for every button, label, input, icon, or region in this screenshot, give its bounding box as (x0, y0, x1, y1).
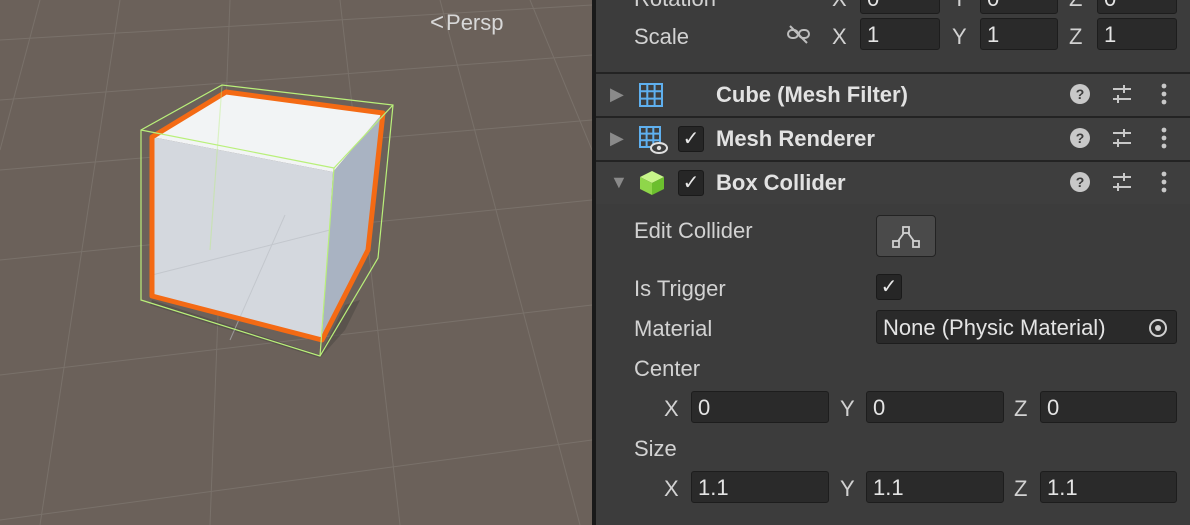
sliders-icon[interactable] (1110, 126, 1134, 150)
mesh-filter-header-tools: ? (1068, 82, 1176, 106)
foldout-collapsed-icon[interactable]: ▶ (610, 84, 624, 105)
rotation-x-field[interactable]: 0 (860, 0, 940, 14)
foldout-expanded-icon[interactable]: ▼ (610, 172, 628, 193)
mesh-renderer-header[interactable]: ▶ ✓ Mesh Renderer ? (596, 116, 1190, 160)
size-z-field[interactable]: 1.1 (1040, 471, 1177, 503)
center-z-label: Z (1014, 396, 1028, 421)
size-z-label: Z (1014, 476, 1028, 501)
help-icon[interactable]: ? (1068, 82, 1092, 106)
help-icon[interactable]: ? (1068, 126, 1092, 150)
link-broken-icon[interactable] (786, 24, 812, 52)
edit-collider-button[interactable] (876, 215, 936, 257)
rotation-row: Rotation X 0 Y 0 Z 0 (596, 0, 1190, 16)
grid-icon (638, 82, 664, 114)
target-circle-icon[interactable] (1148, 318, 1168, 344)
foldout-collapsed-icon[interactable]: ▶ (610, 128, 624, 149)
sliders-icon[interactable] (1110, 82, 1134, 106)
size-label: Size (634, 436, 677, 461)
center-z-field[interactable]: 0 (1040, 391, 1177, 423)
scale-y-label: Y (952, 24, 967, 49)
material-value: None (Physic Material) (883, 315, 1106, 340)
scale-x-field[interactable]: 1 (860, 18, 940, 50)
box-collider-header-tools: ? (1068, 170, 1176, 194)
size-y-label: Y (840, 476, 855, 501)
rotation-x-label: X (832, 0, 847, 12)
material-object-field[interactable]: None (Physic Material) (876, 310, 1177, 344)
scale-z-label: Z (1069, 24, 1083, 49)
scale-y-field[interactable]: 1 (980, 18, 1058, 50)
selected-cube[interactable] (0, 0, 592, 525)
rotation-label: Rotation (634, 0, 716, 12)
kebab-menu-icon[interactable] (1152, 170, 1176, 194)
mesh-filter-title: Cube (Mesh Filter) (716, 82, 908, 107)
grid-eye-icon (638, 125, 668, 161)
mesh-renderer-header-tools: ? (1068, 126, 1176, 150)
size-y-field[interactable]: 1.1 (866, 471, 1004, 503)
rotation-z-label: Z (1069, 0, 1082, 12)
inspector-panel: Rotation X 0 Y 0 Z 0 Scale X 1 Y 1 Z 1 ▶… (596, 0, 1190, 525)
rotation-y-label: Y (952, 0, 967, 12)
sliders-icon[interactable] (1110, 170, 1134, 194)
view-mode-label: Persp (446, 10, 504, 35)
scale-row: Scale X 1 Y 1 Z 1 (596, 18, 1190, 58)
center-y-field[interactable]: 0 (866, 391, 1004, 423)
kebab-menu-icon[interactable] (1152, 82, 1176, 106)
scale-label: Scale (634, 24, 690, 49)
center-y-label: Y (840, 396, 855, 421)
box-collider-enabled-checkbox[interactable]: ✓ (678, 170, 704, 196)
size-x-label: X (664, 476, 679, 501)
scale-z-field[interactable]: 1 (1097, 18, 1177, 50)
edit-collider-label: Edit Collider (634, 218, 753, 243)
box-collider-title: Box Collider (716, 170, 846, 195)
help-icon[interactable]: ? (1068, 170, 1092, 194)
is-trigger-label: Is Trigger (634, 276, 726, 301)
mesh-filter-header[interactable]: ▶ Cube (Mesh Filter) ? (596, 72, 1190, 116)
scene-view[interactable]: < Persp (0, 0, 592, 525)
chevron-left-icon: < (430, 9, 445, 36)
size-x-field[interactable]: 1.1 (691, 471, 829, 503)
rotation-z-field[interactable]: 0 (1097, 0, 1177, 14)
rotation-y-field[interactable]: 0 (980, 0, 1058, 14)
edit-collider-icon (892, 226, 920, 248)
center-label: Center (634, 356, 701, 381)
kebab-menu-icon[interactable] (1152, 126, 1176, 150)
mesh-renderer-title: Mesh Renderer (716, 126, 875, 151)
mesh-renderer-enabled-checkbox[interactable]: ✓ (678, 126, 704, 152)
scale-x-label: X (832, 24, 847, 49)
material-label: Material (634, 316, 713, 341)
center-x-field[interactable]: 0 (691, 391, 829, 423)
view-mode-toggle[interactable]: < Persp (430, 10, 504, 36)
center-x-label: X (664, 396, 679, 421)
box-collider-header[interactable]: ▼ ✓ Box Collider ? (596, 160, 1190, 204)
is-trigger-checkbox[interactable]: ✓ (876, 274, 902, 300)
green-cube-icon (638, 169, 666, 203)
